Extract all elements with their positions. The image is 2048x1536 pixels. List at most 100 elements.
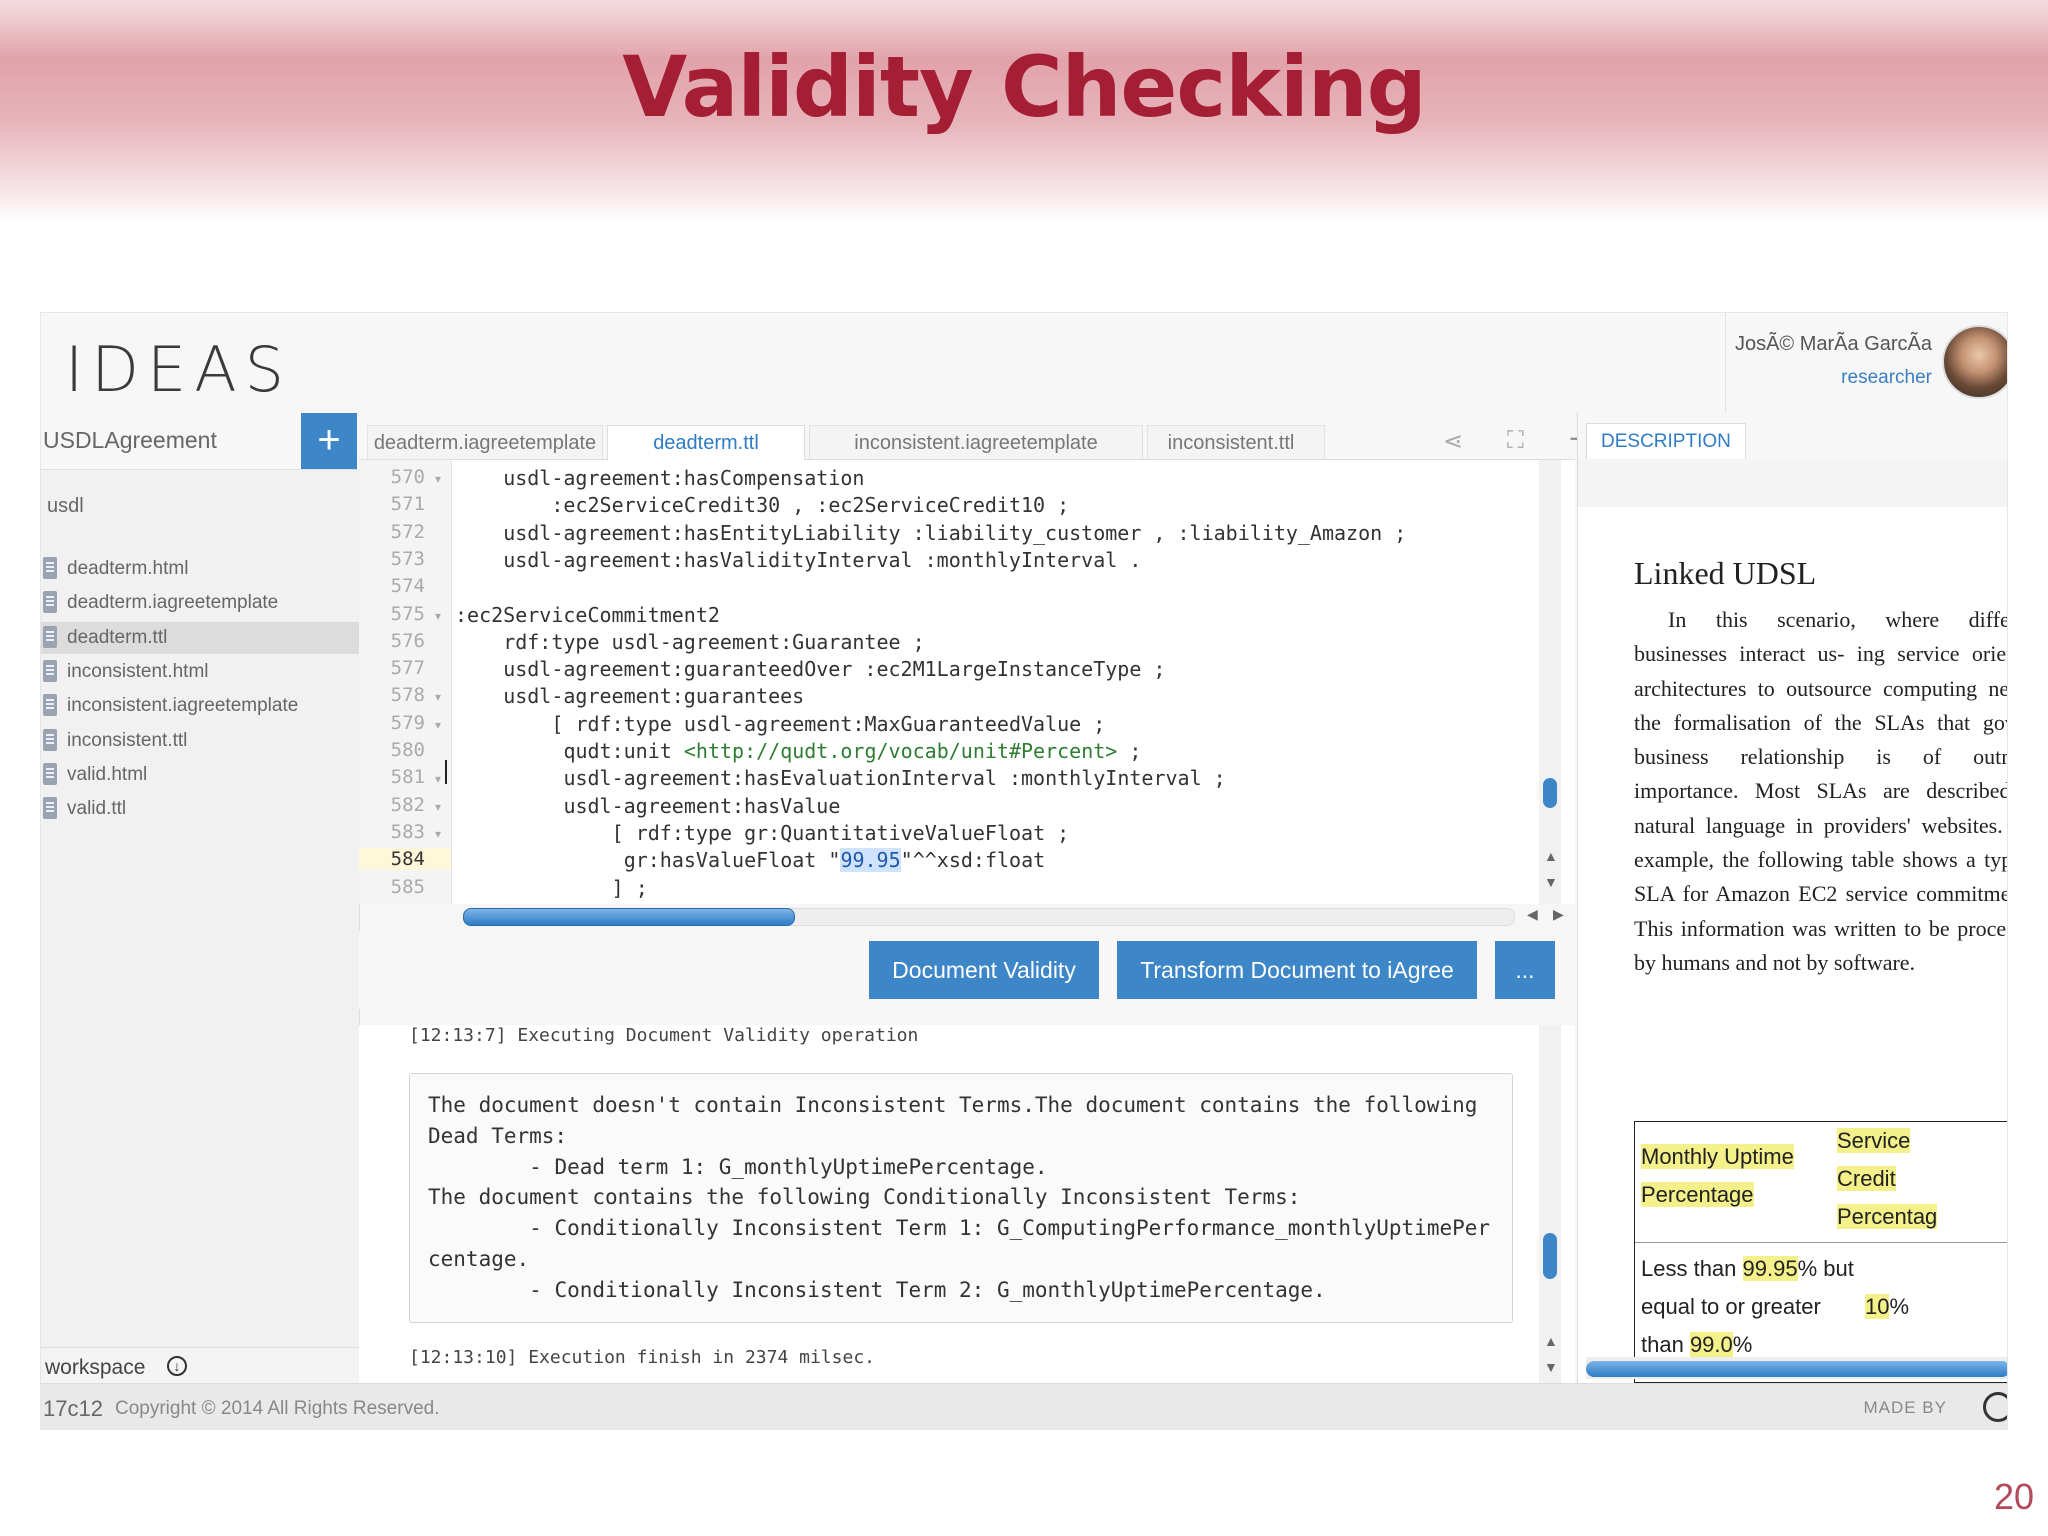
line-number: 583 [390,820,425,843]
avatar[interactable] [1942,325,2007,399]
description-paragraph: In this scenario, where different busine… [1634,607,2008,975]
line-number: 574 [390,575,425,598]
slide-title: Validity Checking [622,38,1427,136]
file-label: valid.html [67,763,148,785]
fold-arrow-icon[interactable]: ▾ [435,609,441,623]
sla-table: Monthly Uptime Percentage Service Credit… [1634,1121,2007,1383]
sidebar: USDLAgreement + usdl deadterm.html deadte… [41,413,360,1384]
code-line: :ec2ServiceCommitment2 [455,602,720,627]
line-number: 585 [390,875,425,898]
description-scroll-thumb[interactable] [1586,1361,2007,1377]
line-number: 582 [390,793,425,816]
page-number: 20 [1993,1476,2034,1517]
fold-arrow-icon[interactable]: ▾ [435,772,441,786]
code-line: [ rdf:type usdl-agreement:MaxGuaranteedV… [551,711,1106,736]
top-bar: IDEAS JosÃ© MarÃa GarcÃa researcher [41,313,2007,414]
editor-vertical-scroll-thumb[interactable] [1543,778,1557,808]
file-icon [43,728,57,751]
code-line: usdl-agreement:hasEvaluationInterval :mo… [563,766,1226,791]
console-end-line: [12:13:10] Execution finish in 2374 mils… [409,1347,875,1368]
line-number: 584 [359,848,451,871]
file-item[interactable]: deadterm.ttl [41,621,359,654]
file-item[interactable]: deadterm.html [41,553,359,585]
code-editor[interactable]: 570 ▾ usdl-agreement:hasCompensation 571:ec… [359,460,1575,904]
editor-vertical-scrollbar[interactable]: ▲ ▼ [1539,460,1561,904]
text-caret [445,760,447,784]
tab-deadterm-iagreetemplate[interactable]: deadterm.iagreetemplate [367,425,603,459]
folder-usdl[interactable]: usdl [47,495,84,518]
line-number: 578 [390,684,425,707]
horizontal-scroll-thumb[interactable] [463,908,795,926]
tab-description[interactable]: DESCRIPTION [1586,423,1746,460]
arrow-down-circle-icon[interactable]: ↓ [167,1356,187,1376]
line-number: 586 [359,903,425,904]
user-name: JosÃ© MarÃa GarcÃa [1734,333,1932,355]
scroll-left-arrow-icon[interactable]: ◀ [1527,906,1538,923]
console-start-line: [12:13:7] Executing Document Validity op… [409,1025,919,1046]
tab-inconsistent-ttl[interactable]: inconsistent.ttl [1147,425,1325,459]
sla-header-uptime: Monthly Uptime Percentage [1641,1144,1794,1207]
line-number: 573 [390,547,425,570]
sla-row-divider [1635,1242,2007,1243]
project-title[interactable]: USDLAgreement [43,427,217,454]
fold-arrow-icon[interactable]: ▾ [435,472,441,486]
more-actions-button[interactable]: ... [1495,941,1555,999]
code-line: gr:hasValueFloat "99.95"^^xsd:float [623,848,1046,873]
user-role[interactable]: researcher [1841,367,1932,389]
file-item[interactable]: valid.ttl [41,793,359,825]
code-line: usdl-agreement:hasEntityLiability :liabi… [503,520,1407,545]
scroll-right-arrow-icon[interactable]: ▶ [1553,906,1564,923]
transform-document-button[interactable]: Transform Document to iAgree [1117,941,1477,999]
fullscreen-icon[interactable]: ⛶ [1507,427,1524,455]
document-validity-button[interactable]: Document Validity [869,941,1099,999]
line-number: 579 [390,711,425,734]
fold-arrow-icon[interactable]: ▾ [435,827,441,841]
code-line: :ec2ServiceCredit30 , :ec2ServiceCredit1… [551,493,1070,518]
file-item[interactable]: valid.html [41,759,359,791]
line-number: 572 [390,520,425,543]
add-file-button[interactable]: + [301,413,357,469]
editor-horizontal-scrollbar[interactable]: ◀ ▶ [463,904,1564,926]
code-line: usdl-agreement:hasValue [563,793,841,818]
line-number: 570 [390,466,425,488]
fold-arrow-icon[interactable]: ▾ [435,800,441,814]
tab-deadterm-ttl[interactable]: deadterm.ttl [607,425,805,460]
line-number: 571 [390,493,425,516]
file-item[interactable]: inconsistent.iagreetemplate [41,690,359,722]
file-item[interactable]: deadterm.iagreetemplate [41,587,359,619]
file-label: inconsistent.ttl [67,729,188,751]
code-line: rdf:type usdl-agreement:Guarantee ; [503,629,925,654]
description-horizontal-scrollbar[interactable] [1586,1357,2007,1379]
file-item[interactable]: inconsistent.html [41,656,359,688]
sla-header-credit: Service Credit Percentag [1837,1128,1938,1229]
console-scroll-up-arrow-icon[interactable]: ▲ [1544,1333,1558,1349]
line-number: 576 [390,629,425,652]
line-number: 580 [390,739,425,761]
description-toolbar [1578,459,2007,507]
workspace-bar[interactable]: workspace ↓ [41,1347,359,1384]
maker-logo-icon[interactable] [1983,1392,2007,1422]
fold-arrow-icon[interactable]: ▾ [435,718,441,732]
made-by-label: MADE BY [1863,1398,1947,1417]
scroll-up-arrow-icon[interactable]: ▲ [1544,848,1558,864]
scroll-down-arrow-icon[interactable]: ▼ [1544,874,1558,890]
user-panel[interactable]: JosÃ© MarÃa GarcÃa researcher [1725,313,2007,413]
line-number: 581 [390,766,425,789]
console-scroll-down-arrow-icon[interactable]: ▼ [1544,1359,1558,1375]
share-icon[interactable]: ⋖ [1443,427,1463,456]
editor-tab-bar: deadterm.iagreetemplate deadterm.ttl inc… [359,413,1591,460]
description-tab-bar: DESCRIPTION [1578,413,2007,460]
console-output[interactable]: [12:13:7] Executing Document Validity op… [359,1025,1575,1383]
line-number: 577 [390,657,425,680]
file-item[interactable]: inconsistent.ttl [41,725,359,757]
description-heading: Linked UDSL [1634,555,1817,591]
file-label: deadterm.ttl [67,626,168,648]
fold-arrow-icon[interactable]: ▾ [435,690,441,704]
console-scroll-thumb[interactable] [1543,1233,1557,1279]
tab-inconsistent-iagreetemplate[interactable]: inconsistent.iagreetemplate [809,425,1143,459]
file-label: inconsistent.iagreetemplate [67,695,299,717]
workspace-label: workspace [45,1356,146,1379]
file-label: inconsistent.html [67,660,209,682]
file-icon [43,557,57,579]
console-scrollbar[interactable]: ▲ ▼ [1539,1025,1561,1383]
